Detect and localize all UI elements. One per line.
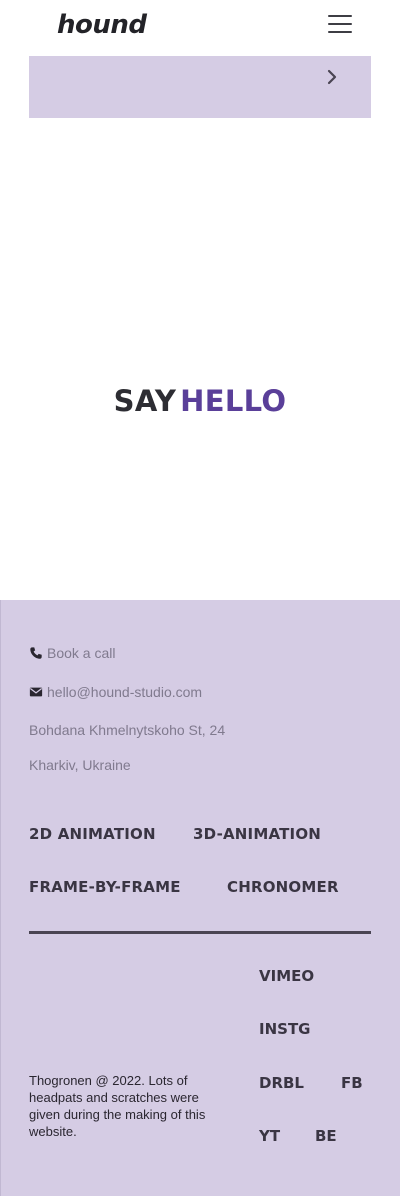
mail-icon bbox=[29, 687, 43, 697]
social-vimeo-link[interactable]: VIMEO bbox=[259, 967, 314, 985]
service-2d-animation[interactable]: 2D ANIMATION bbox=[29, 825, 156, 843]
copyright-text: Thogronen @ 2022. Lots of headpats and s… bbox=[29, 1073, 206, 1139]
social-dribbble-link[interactable]: DRBL bbox=[259, 1074, 304, 1092]
say-hello-heading: SAY HELLO bbox=[0, 384, 400, 418]
hamburger-menu-icon[interactable] bbox=[328, 13, 352, 35]
service-chronomer[interactable]: CHRONOMER bbox=[227, 878, 339, 896]
footer-divider bbox=[29, 931, 371, 934]
site-logo[interactable]: hound bbox=[57, 10, 147, 40]
social-youtube-link[interactable]: YT bbox=[259, 1127, 280, 1145]
service-frame-by-frame[interactable]: FRAME-BY-FRAME bbox=[29, 878, 181, 896]
book-call-link[interactable]: Book a call bbox=[29, 645, 115, 661]
email-label: hello@hound-studio.com bbox=[47, 684, 203, 700]
menu-bar bbox=[328, 23, 352, 25]
chevron-right-icon bbox=[327, 69, 337, 85]
social-instagram-link[interactable]: INSTG bbox=[259, 1020, 310, 1038]
promo-banner[interactable] bbox=[29, 56, 371, 118]
book-call-label: Book a call bbox=[47, 645, 116, 661]
site-header: hound bbox=[0, 0, 400, 55]
menu-bar bbox=[328, 31, 352, 33]
address-line-2: Kharkiv, Ukraine bbox=[29, 757, 131, 773]
email-link[interactable]: hello@hound-studio.com bbox=[29, 684, 202, 700]
service-3d-animation[interactable]: 3D-ANIMATION bbox=[193, 825, 321, 843]
heading-hello: HELLO bbox=[180, 384, 287, 418]
social-behance-link[interactable]: BE bbox=[315, 1127, 337, 1145]
address-line-1: Bohdana Khmelnytskoho St, 24 bbox=[29, 722, 226, 738]
heading-say: SAY bbox=[113, 384, 177, 418]
menu-bar bbox=[328, 15, 352, 17]
social-facebook-link[interactable]: FB bbox=[341, 1074, 363, 1092]
phone-icon bbox=[30, 647, 42, 659]
